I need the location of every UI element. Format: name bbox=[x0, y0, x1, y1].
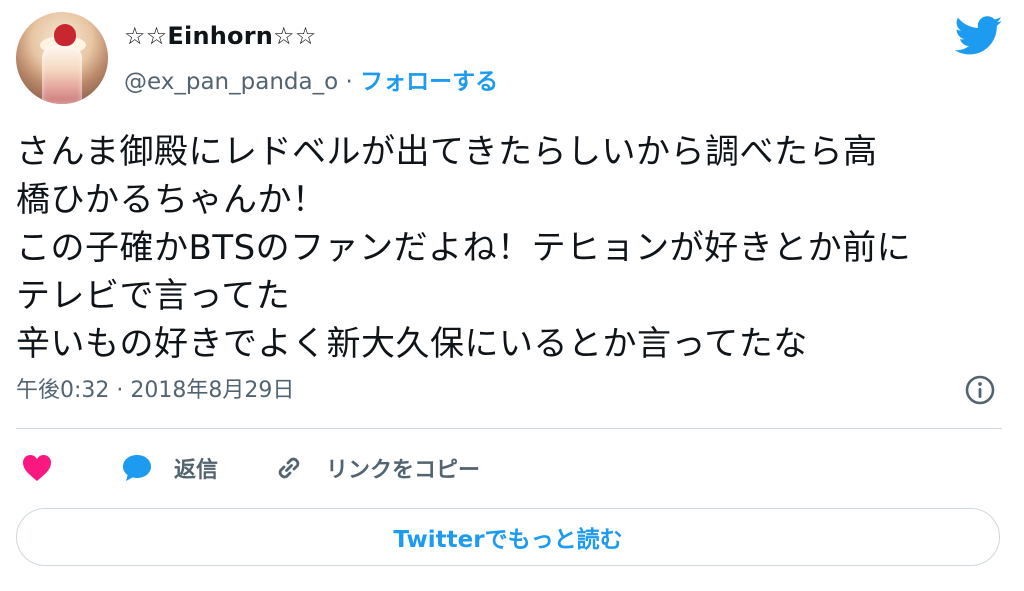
follow-button[interactable]: フォローする bbox=[360, 69, 498, 95]
avatar-parfait-shape bbox=[42, 46, 82, 104]
read-more-button[interactable]: Twitterでもっと読む bbox=[16, 508, 1000, 566]
author-handle-row: @ex_pan_panda_o · フォローする bbox=[124, 62, 498, 96]
tweet-timestamp[interactable]: 午後0:32 · 2018年8月29日 bbox=[16, 372, 294, 404]
speech-bubble-icon bbox=[123, 455, 151, 481]
avatar[interactable] bbox=[16, 12, 108, 104]
author-handle[interactable]: @ex_pan_panda_o bbox=[124, 69, 338, 95]
reply-label: 返信 bbox=[174, 458, 219, 483]
copy-link-label: リンクをコピー bbox=[326, 458, 481, 483]
read-more-label: Twitterでもっと読む bbox=[393, 527, 623, 553]
tweet-text: さんま御殿にレドベルが出てきたらしいから調べたら高 橋ひかるちゃんか！ この子確… bbox=[16, 132, 912, 364]
link-icon bbox=[278, 457, 300, 479]
author-display-name[interactable]: ☆☆Einhorn☆☆ bbox=[124, 22, 316, 50]
embedded-tweet-card: ☆☆Einhorn☆☆ @ex_pan_panda_o · フォローする さんま… bbox=[0, 0, 1024, 591]
twitter-bird-icon[interactable] bbox=[955, 16, 1003, 56]
divider bbox=[16, 428, 1002, 429]
heart-icon bbox=[23, 455, 51, 481]
like-button[interactable] bbox=[20, 448, 54, 488]
copy-link-button[interactable]: リンクをコピー bbox=[272, 448, 480, 488]
handle-separator: · bbox=[338, 69, 361, 95]
info-icon[interactable] bbox=[964, 374, 996, 406]
reply-button[interactable]: 返信 bbox=[120, 448, 218, 488]
avatar-strawberry-shape bbox=[54, 24, 76, 46]
